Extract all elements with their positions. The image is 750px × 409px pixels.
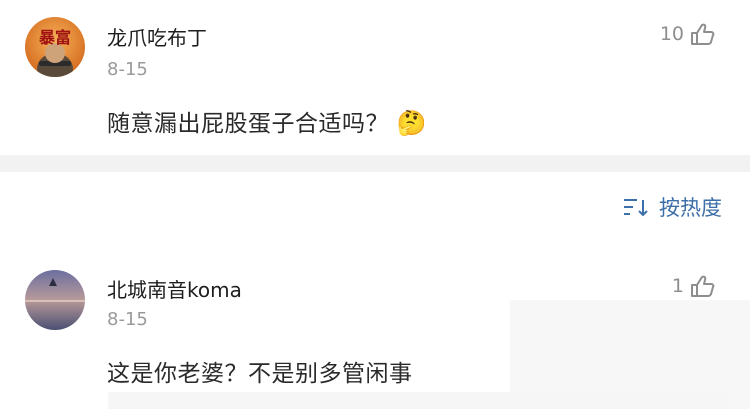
avatar-image: 暴富	[25, 17, 85, 77]
username[interactable]: 北城南音koma	[107, 274, 242, 303]
comment-date: 8-15	[107, 309, 148, 330]
comment-text: 随意漏出屁股蛋子合适吗？ 🤔	[107, 104, 427, 138]
thumbs-up-icon	[691, 23, 715, 45]
avatar-image	[25, 270, 85, 330]
thinking-emoji-icon: 🤔	[396, 109, 428, 137]
comment-text: 这是你老婆？不是别多管闲事	[107, 361, 413, 387]
avatar[interactable]: 暴富	[25, 17, 85, 77]
comment-date: 8-15	[107, 59, 148, 80]
comment-1: 暴富 龙爪吃布丁 8-15 随意漏出屁股蛋子合适吗？ 🤔 10	[0, 0, 750, 155]
sort-label: 按热度	[659, 196, 722, 220]
sort-toggle[interactable]: 按热度	[623, 192, 722, 222]
username[interactable]: 龙爪吃布丁	[107, 22, 207, 51]
section-divider	[0, 155, 750, 172]
sort-icon	[624, 199, 648, 217]
like-button[interactable]: 1	[672, 274, 716, 298]
like-count: 1	[671, 275, 684, 297]
like-count: 10	[659, 23, 684, 45]
bottom-strip	[108, 392, 728, 409]
thumbs-up-icon	[691, 275, 715, 297]
avatar-text: 暴富	[38, 28, 71, 47]
avatar[interactable]	[25, 270, 85, 330]
like-button[interactable]: 10	[660, 22, 716, 46]
comment-text-content: 随意漏出屁股蛋子合适吗？	[107, 111, 389, 137]
